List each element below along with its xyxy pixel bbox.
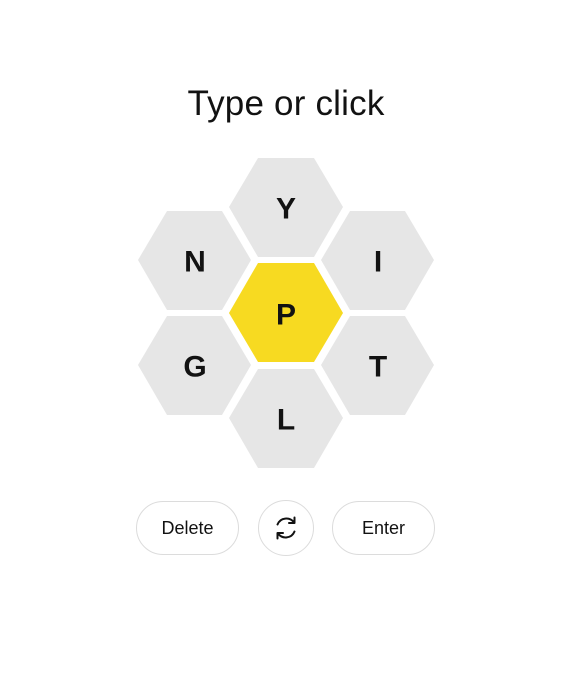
hive-cell-bottom[interactable]: L	[229, 369, 343, 468]
hive-cell-upper-right[interactable]: I	[321, 211, 434, 310]
hive-cell-upper-left[interactable]: N	[138, 211, 251, 310]
hive-cell-lower-left[interactable]: G	[138, 316, 251, 415]
hive-cell-lower-right-shape[interactable]	[321, 316, 434, 415]
hive-cell-upper-right-shape[interactable]	[321, 211, 434, 310]
hive-cell-bottom-shape[interactable]	[229, 369, 343, 468]
hive-cell-center-shape[interactable]	[229, 263, 343, 362]
hive-cell-center[interactable]: P	[229, 263, 343, 362]
hive-cell-lower-right[interactable]: T	[321, 316, 434, 415]
delete-button[interactable]: Delete	[136, 501, 239, 555]
hive-cell-lower-left-shape[interactable]	[138, 316, 251, 415]
hive-svg: Y I T L G N P	[138, 158, 434, 468]
letter-hive: Y I T L G N P	[0, 0, 562, 691]
hive-cell-top[interactable]: Y	[229, 158, 343, 257]
shuffle-button[interactable]	[258, 500, 314, 556]
shuffle-icon	[276, 516, 296, 540]
hive-cell-top-shape[interactable]	[229, 158, 343, 257]
hive-cell-upper-left-shape[interactable]	[138, 211, 251, 310]
enter-button[interactable]: Enter	[332, 501, 435, 555]
